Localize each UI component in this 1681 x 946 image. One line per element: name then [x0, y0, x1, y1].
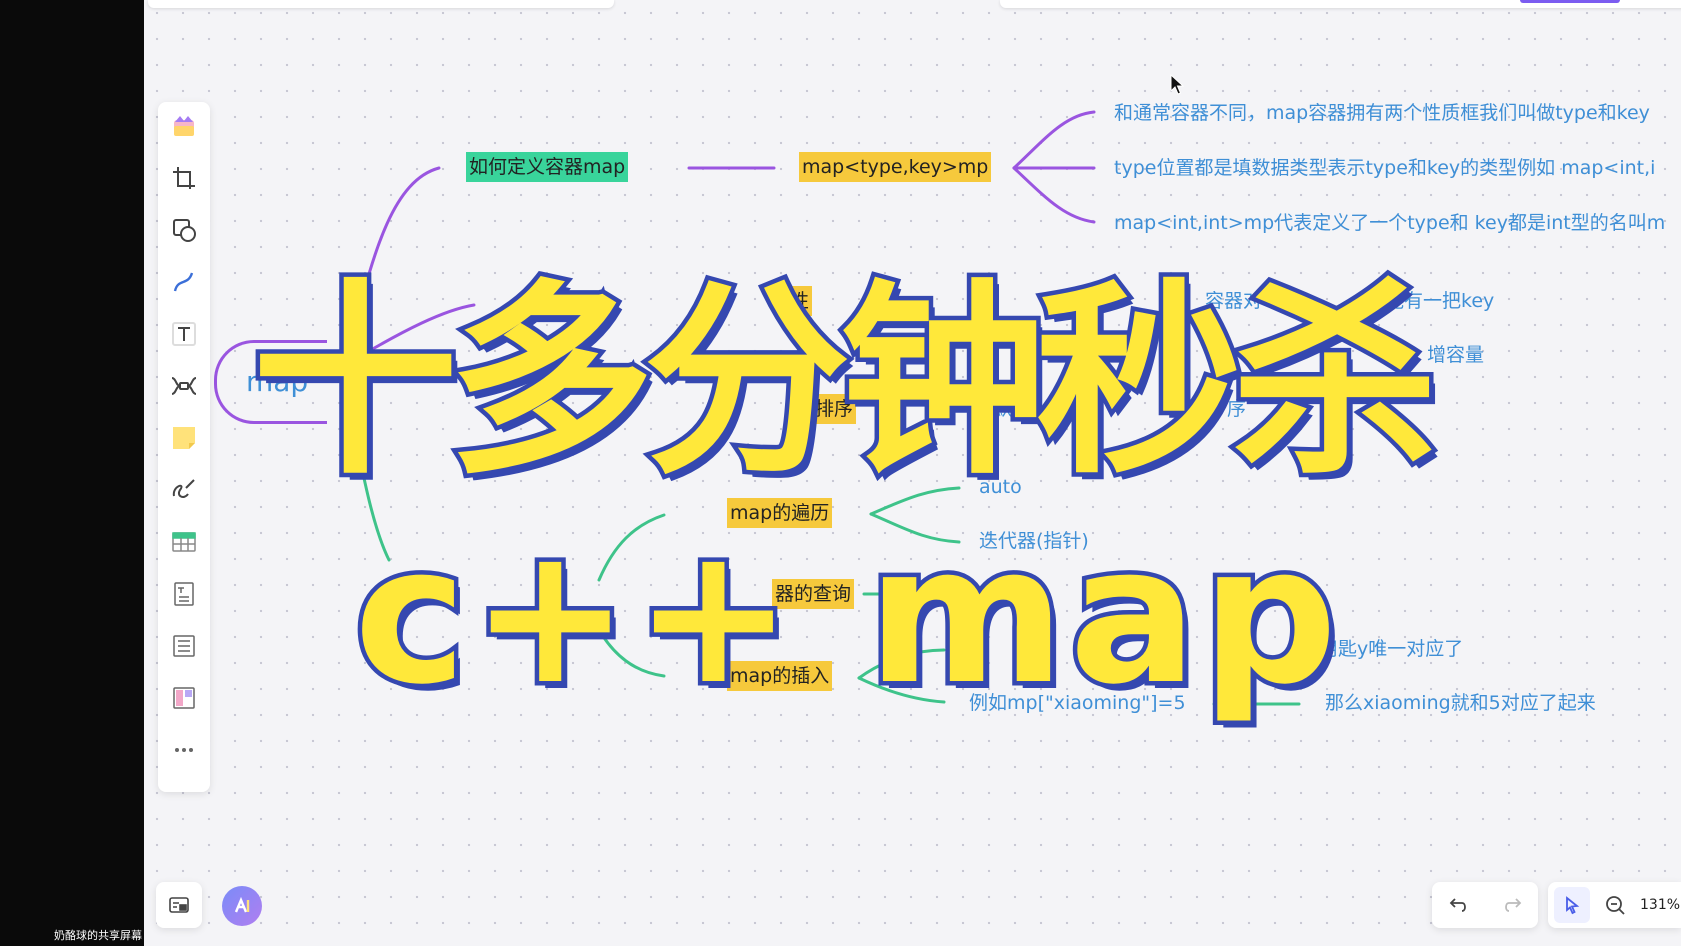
- pointer-arrow-icon: [1566, 896, 1580, 915]
- text-tool[interactable]: [168, 318, 200, 350]
- table-icon: [172, 532, 196, 552]
- document-text-icon: [174, 582, 194, 606]
- view-controls: 131%: [1548, 882, 1681, 928]
- note-fragment-c[interactable]: 增容量: [1424, 340, 1487, 370]
- select-tool-button[interactable]: [1554, 887, 1590, 923]
- mindmap-icon: [171, 377, 197, 395]
- pen-scribble-icon: [172, 479, 195, 498]
- layout-columns-icon: [173, 687, 195, 709]
- left-toolbar: [158, 102, 210, 792]
- mouse-cursor-icon: [1170, 74, 1185, 95]
- ai-assistant-button[interactable]: [222, 886, 262, 926]
- more-dots-icon: [175, 748, 193, 752]
- sticky-note-icon: [173, 427, 195, 449]
- history-controls: [1432, 882, 1538, 928]
- note-define-2[interactable]: type位置都是填数据类型表示type和key的类型例如 map<int,i: [1111, 153, 1658, 183]
- whiteboard-canvas[interactable]: map 如何定义容器map map<type,key>mp 和通常容器不同，ma…: [144, 0, 1681, 946]
- template-library-tool[interactable]: [168, 110, 200, 142]
- frame-crop-icon: [173, 167, 195, 189]
- overlay-subhead: c++ map: [349, 501, 1342, 731]
- frame-tool[interactable]: [168, 162, 200, 194]
- curve-line-icon: [173, 272, 194, 292]
- table-tool[interactable]: [168, 526, 200, 558]
- connector-note-3: [1012, 166, 1096, 224]
- undo-icon: [1449, 898, 1466, 912]
- more-tools[interactable]: [168, 734, 200, 766]
- overlay-headline: 十多分钟秒杀: [247, 258, 1442, 507]
- zoom-out-button[interactable]: [1604, 894, 1626, 916]
- colorful-stack-icon: [174, 116, 194, 136]
- redo-button[interactable]: [1501, 894, 1523, 916]
- pen-tool[interactable]: [168, 474, 200, 506]
- node-define-syntax[interactable]: map<type,key>mp: [799, 152, 992, 182]
- minimap-button[interactable]: [156, 882, 202, 928]
- note-insert-result[interactable]: 那么xiaoming就和5对应了起来: [1322, 688, 1599, 718]
- sticky-note-tool[interactable]: [168, 422, 200, 454]
- undo-button[interactable]: [1448, 894, 1470, 916]
- zoom-out-icon: [1606, 896, 1625, 915]
- document-tool[interactable]: [168, 578, 200, 610]
- layout-tool[interactable]: [168, 682, 200, 714]
- text-t-icon: [172, 322, 196, 346]
- shapes-icon: [173, 219, 196, 242]
- node-define-map[interactable]: 如何定义容器map: [466, 152, 629, 182]
- left-black-bar: 奶酪球的共享屏幕: [0, 0, 144, 946]
- minimap-icon: [169, 897, 189, 913]
- mindmap-tool[interactable]: [168, 370, 200, 402]
- note-define-1[interactable]: 和通常容器不同，map容器拥有两个性质框我们叫做type和key: [1111, 98, 1653, 128]
- connector-tool[interactable]: [168, 266, 200, 298]
- list-icon: [173, 635, 195, 657]
- list-tool[interactable]: [168, 630, 200, 662]
- share-screen-caption: 奶酪球的共享屏幕: [54, 929, 142, 942]
- connector-note-1: [1012, 110, 1096, 170]
- ai-logo-icon: [234, 896, 250, 913]
- shape-tool[interactable]: [168, 214, 200, 246]
- zoom-level[interactable]: 131%: [1640, 897, 1680, 913]
- redo-icon: [1504, 898, 1521, 912]
